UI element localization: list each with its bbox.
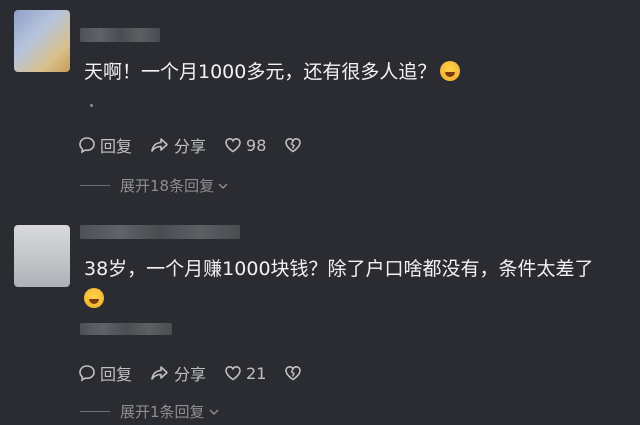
expand-replies[interactable]: 展开18条回复 xyxy=(80,175,230,196)
comment-actions: 回复 分享 21 xyxy=(78,361,324,385)
username-blurred[interactable] xyxy=(80,28,160,42)
reply-bubble-icon xyxy=(79,137,95,154)
username-blurred[interactable] xyxy=(80,225,240,239)
replies-divider xyxy=(80,411,110,412)
reply-label: 回复 xyxy=(100,137,133,156)
comment-item: 38岁，一个月赚1000块钱？除了户口啥都没有，条件太差了 回复 分享 21 展… xyxy=(0,205,640,425)
dislike-button[interactable] xyxy=(284,364,306,382)
laughing-emoji-icon xyxy=(440,61,461,81)
expand-replies-label: 展开1条回复 xyxy=(120,403,205,421)
share-label: 分享 xyxy=(174,365,207,384)
heart-icon xyxy=(225,137,241,153)
broken-heart-icon xyxy=(285,365,302,381)
reply-button[interactable]: 回复 xyxy=(78,133,132,157)
comment-text: 天啊！一个月1000多元，还有很多人追？ xyxy=(84,58,461,86)
replies-divider xyxy=(80,185,110,186)
reply-bubble-icon xyxy=(79,365,95,382)
comment-actions: 回复 分享 98 xyxy=(78,133,324,157)
blurred-meta xyxy=(90,104,93,107)
comment-item: 天啊！一个月1000多元，还有很多人追？ 回复 分享 98 展开18条回复 xyxy=(0,0,640,205)
reply-button[interactable]: 回复 xyxy=(78,361,132,385)
expand-replies-label: 展开18条回复 xyxy=(120,177,215,195)
avatar[interactable] xyxy=(14,10,70,72)
comment-text-content: 38岁，一个月赚1000块钱？除了户口啥都没有，条件太差了 xyxy=(84,258,594,280)
comment-text: 38岁，一个月赚1000块钱？除了户口啥都没有，条件太差了 xyxy=(84,255,594,283)
dislike-button[interactable] xyxy=(284,136,306,154)
expand-replies[interactable]: 展开1条回复 xyxy=(80,401,221,422)
comment-text-emoji-line xyxy=(84,285,104,313)
laughing-emoji-icon xyxy=(84,288,104,308)
share-arrow-icon xyxy=(151,366,168,380)
like-button[interactable]: 21 xyxy=(224,364,266,383)
share-button[interactable]: 分享 xyxy=(150,133,206,157)
share-button[interactable]: 分享 xyxy=(150,361,206,385)
like-count: 98 xyxy=(246,135,267,155)
chevron-down-icon xyxy=(209,408,219,415)
like-count: 21 xyxy=(246,363,267,383)
blurred-meta xyxy=(80,323,172,335)
broken-heart-icon xyxy=(285,137,302,153)
reply-label: 回复 xyxy=(100,365,133,384)
share-arrow-icon xyxy=(151,138,168,152)
heart-icon xyxy=(225,365,241,381)
chevron-down-icon xyxy=(218,182,228,189)
share-label: 分享 xyxy=(174,137,207,156)
like-button[interactable]: 98 xyxy=(224,136,266,155)
avatar[interactable] xyxy=(14,225,70,287)
comment-text-content: 天啊！一个月1000多元，还有很多人追？ xyxy=(84,61,437,83)
